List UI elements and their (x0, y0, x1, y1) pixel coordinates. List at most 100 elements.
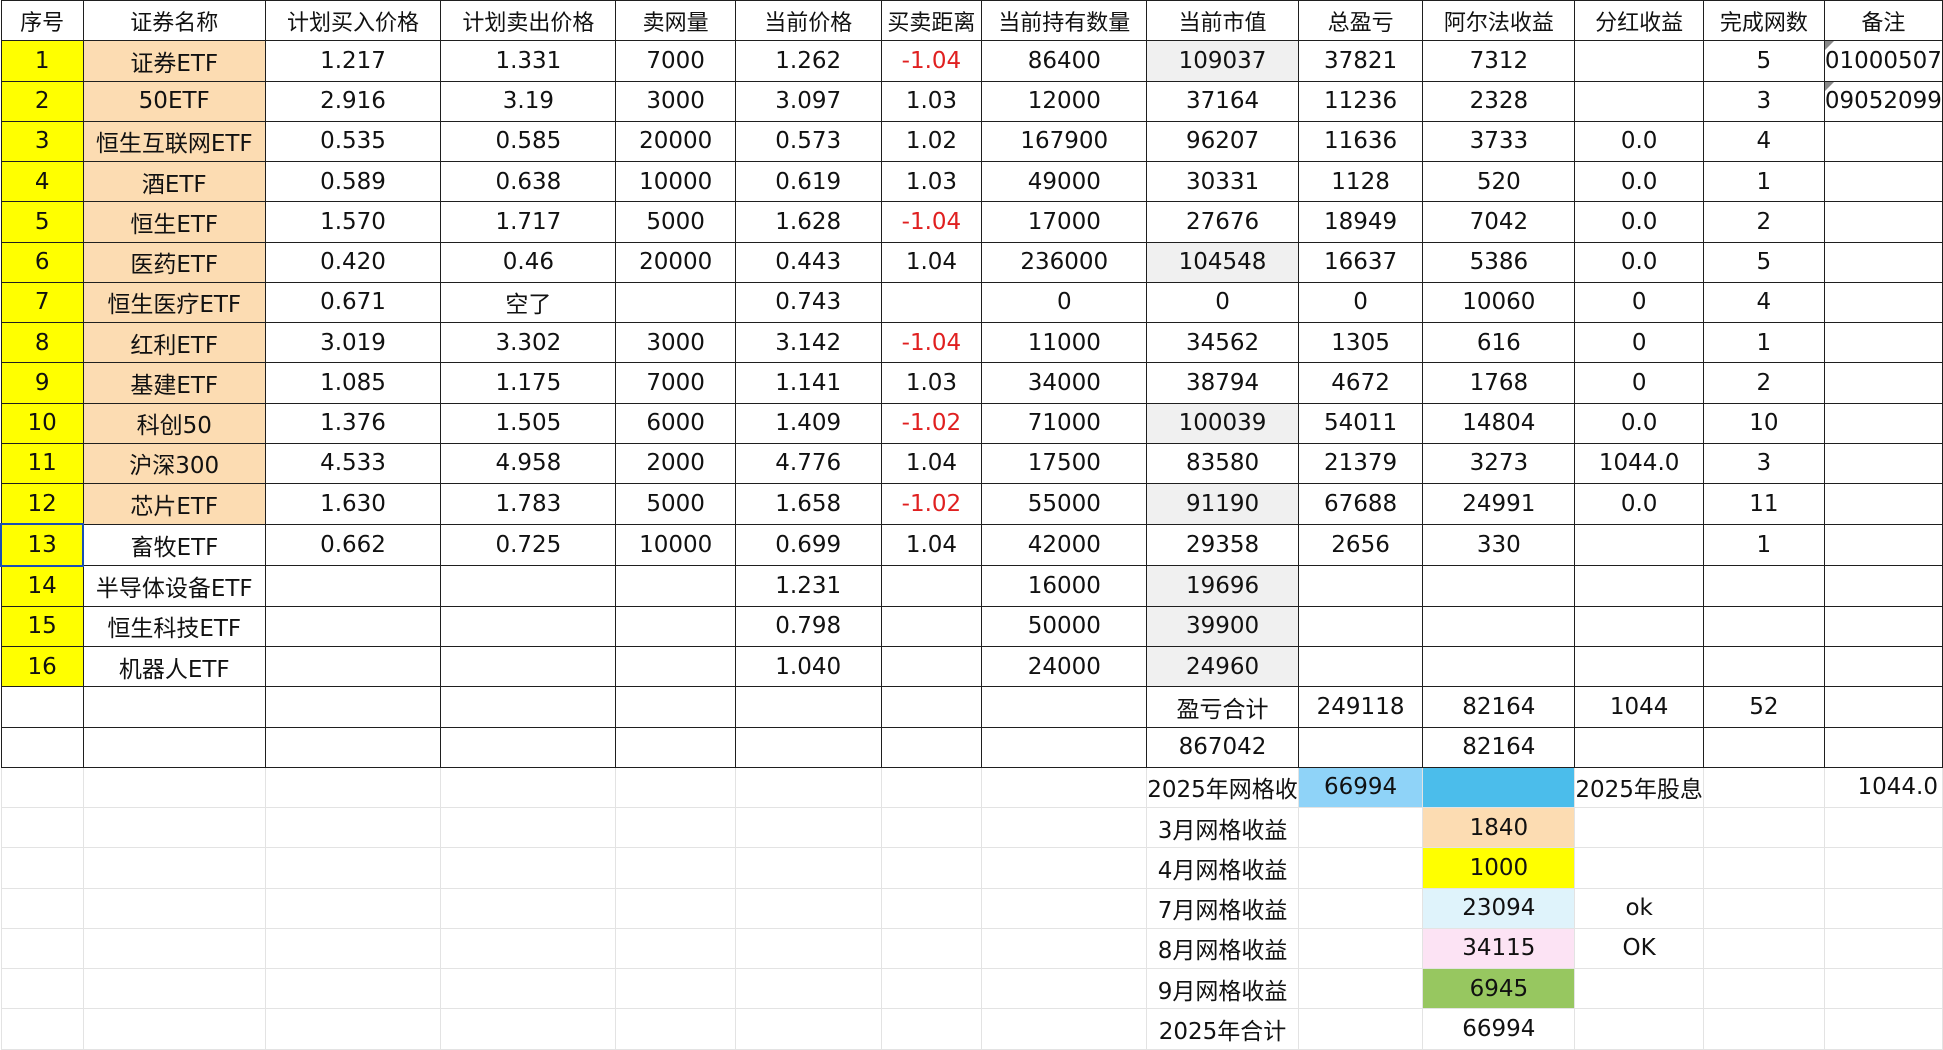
empty-cell[interactable] (82, 847, 266, 889)
table-row[interactable]: 15 恒生科技ETF 0.798 50000 39900 (0, 605, 1943, 648)
month-value[interactable]: 1000 (1422, 847, 1576, 889)
month-row[interactable]: 4月网格收益 1000 (0, 847, 1943, 889)
empty-cell[interactable] (615, 967, 736, 1010)
cell-grids[interactable]: 5 (1702, 241, 1825, 283)
empty-cell[interactable] (0, 806, 84, 849)
empty-cell[interactable] (615, 927, 736, 970)
cell-seq[interactable]: 8 (0, 321, 84, 364)
cell-value[interactable]: 24960 (1146, 645, 1299, 688)
month-row[interactable]: 8月网格收益 34115 OK (0, 927, 1943, 970)
cell-buy[interactable]: 4.533 (264, 442, 442, 485)
empty-cell[interactable] (82, 927, 266, 970)
cell-buy[interactable]: 3.019 (264, 321, 442, 364)
cell-name[interactable]: 半导体设备ETF (82, 565, 266, 607)
cell-grids[interactable] (1702, 605, 1825, 648)
cell-seq[interactable]: 14 (0, 565, 84, 607)
cell-value[interactable]: 100039 (1146, 402, 1299, 444)
totals-cell[interactable]: 盈亏合计 (1146, 686, 1299, 728)
cell-qty[interactable]: 3000 (615, 80, 736, 122)
empty-cell[interactable] (1297, 967, 1424, 1010)
cell-div[interactable]: 0.0 (1574, 201, 1704, 243)
cell-div[interactable]: 0 (1574, 281, 1704, 324)
month-value[interactable]: 34115 (1422, 927, 1576, 970)
cell-div[interactable]: 0 (1574, 321, 1704, 364)
empty-cell[interactable] (82, 967, 266, 1010)
cell-name[interactable]: 红利ETF (82, 321, 266, 364)
cell-dist[interactable] (880, 645, 983, 688)
cell-note[interactable] (1823, 362, 1943, 404)
header-cell[interactable]: 证券名称 (82, 0, 266, 42)
cell-alpha[interactable] (1422, 645, 1576, 688)
cell-note[interactable] (1823, 483, 1943, 525)
cell-hold[interactable]: 50000 (981, 605, 1148, 648)
cell-dist[interactable]: -1.04 (880, 40, 983, 82)
table-row[interactable]: 12 芯片ETF 1.630 1.783 5000 1.658 -1.02 55000 9119… (0, 483, 1943, 525)
cell-sell[interactable]: 0.585 (440, 120, 617, 163)
empty-cell[interactable] (440, 927, 617, 970)
cell-div[interactable] (1574, 40, 1704, 82)
cell-seq[interactable]: 4 (0, 160, 84, 203)
empty-cell[interactable] (615, 887, 736, 929)
cell-div[interactable] (1574, 645, 1704, 688)
cell-dist[interactable]: -1.02 (880, 402, 983, 444)
cell-value[interactable]: 104548 (1146, 241, 1299, 283)
cell-div[interactable] (1574, 523, 1704, 567)
cell-qty[interactable]: 3000 (615, 321, 736, 364)
cell-pnl[interactable]: 1305 (1297, 321, 1424, 364)
cell-grids[interactable]: 1 (1702, 160, 1825, 203)
cell-pnl[interactable]: 16637 (1297, 241, 1424, 283)
cell-dist[interactable]: 1.04 (880, 523, 983, 567)
cell-note[interactable] (1823, 160, 1943, 203)
empty-cell[interactable] (0, 1008, 84, 1050)
empty-cell[interactable] (1297, 927, 1424, 970)
cell-seq[interactable]: 2 (0, 80, 84, 122)
month-mark[interactable]: OK (1574, 927, 1704, 970)
cell-name[interactable]: 医药ETF (82, 241, 266, 283)
blue-cell[interactable] (1422, 766, 1576, 809)
cell-note[interactable] (1823, 321, 1943, 364)
cell-value[interactable]: 34562 (1146, 321, 1299, 364)
header-cell[interactable]: 当前价格 (734, 0, 882, 42)
dividend-value[interactable]: 1044.0 (1823, 766, 1943, 809)
totals-cell[interactable]: 249118 (1297, 686, 1424, 728)
empty-cell[interactable] (1823, 1008, 1943, 1050)
empty-cell[interactable] (0, 887, 84, 929)
empty-cell[interactable] (734, 726, 882, 768)
cell-pnl[interactable]: 0 (1297, 281, 1424, 324)
table-row[interactable]: 2 50ETF 2.916 3.19 3000 3.097 1.03 12000 37164 11… (0, 80, 1943, 122)
cell-name[interactable]: 芯片ETF (82, 483, 266, 525)
cell-qty[interactable]: 20000 (615, 241, 736, 283)
cell-dist[interactable]: 1.02 (880, 120, 983, 163)
cell-dist[interactable] (880, 605, 983, 648)
cell-value[interactable]: 39900 (1146, 605, 1299, 648)
empty-cell[interactable] (82, 686, 266, 728)
empty-cell[interactable] (82, 1008, 266, 1050)
cell-alpha[interactable]: 1768 (1422, 362, 1576, 404)
empty-cell[interactable] (264, 766, 442, 809)
table-row[interactable]: 6 医药ETF 0.420 0.46 20000 0.443 1.04 236000 10454… (0, 241, 1943, 283)
cell-price[interactable]: 0.619 (734, 160, 882, 203)
month-mark[interactable] (1574, 967, 1704, 1010)
cell-sell[interactable]: 3.302 (440, 321, 617, 364)
empty-cell[interactable] (880, 766, 983, 809)
cell-sell[interactable]: 0.638 (440, 160, 617, 203)
empty-cell[interactable] (0, 847, 84, 889)
cell-sell[interactable]: 4.958 (440, 442, 617, 485)
header-cell[interactable]: 卖网量 (615, 0, 736, 42)
cell-price[interactable]: 3.097 (734, 80, 882, 122)
cell-grids[interactable]: 3 (1702, 80, 1825, 122)
cell-pnl[interactable]: 4672 (1297, 362, 1424, 404)
empty-cell[interactable] (82, 887, 266, 929)
empty-cell[interactable] (264, 1008, 442, 1050)
month-value[interactable]: 23094 (1422, 887, 1576, 929)
cell-buy[interactable] (264, 645, 442, 688)
cell-buy[interactable]: 1.570 (264, 201, 442, 243)
empty-cell[interactable] (880, 806, 983, 849)
header-cell[interactable]: 计划买入价格 (264, 0, 442, 42)
cell-grids[interactable]: 4 (1702, 281, 1825, 324)
month-value[interactable]: 1840 (1422, 806, 1576, 849)
cell-pnl[interactable]: 1128 (1297, 160, 1424, 203)
cell-note[interactable] (1823, 565, 1943, 607)
empty-cell[interactable] (1702, 927, 1825, 970)
empty-cell[interactable] (615, 1008, 736, 1050)
